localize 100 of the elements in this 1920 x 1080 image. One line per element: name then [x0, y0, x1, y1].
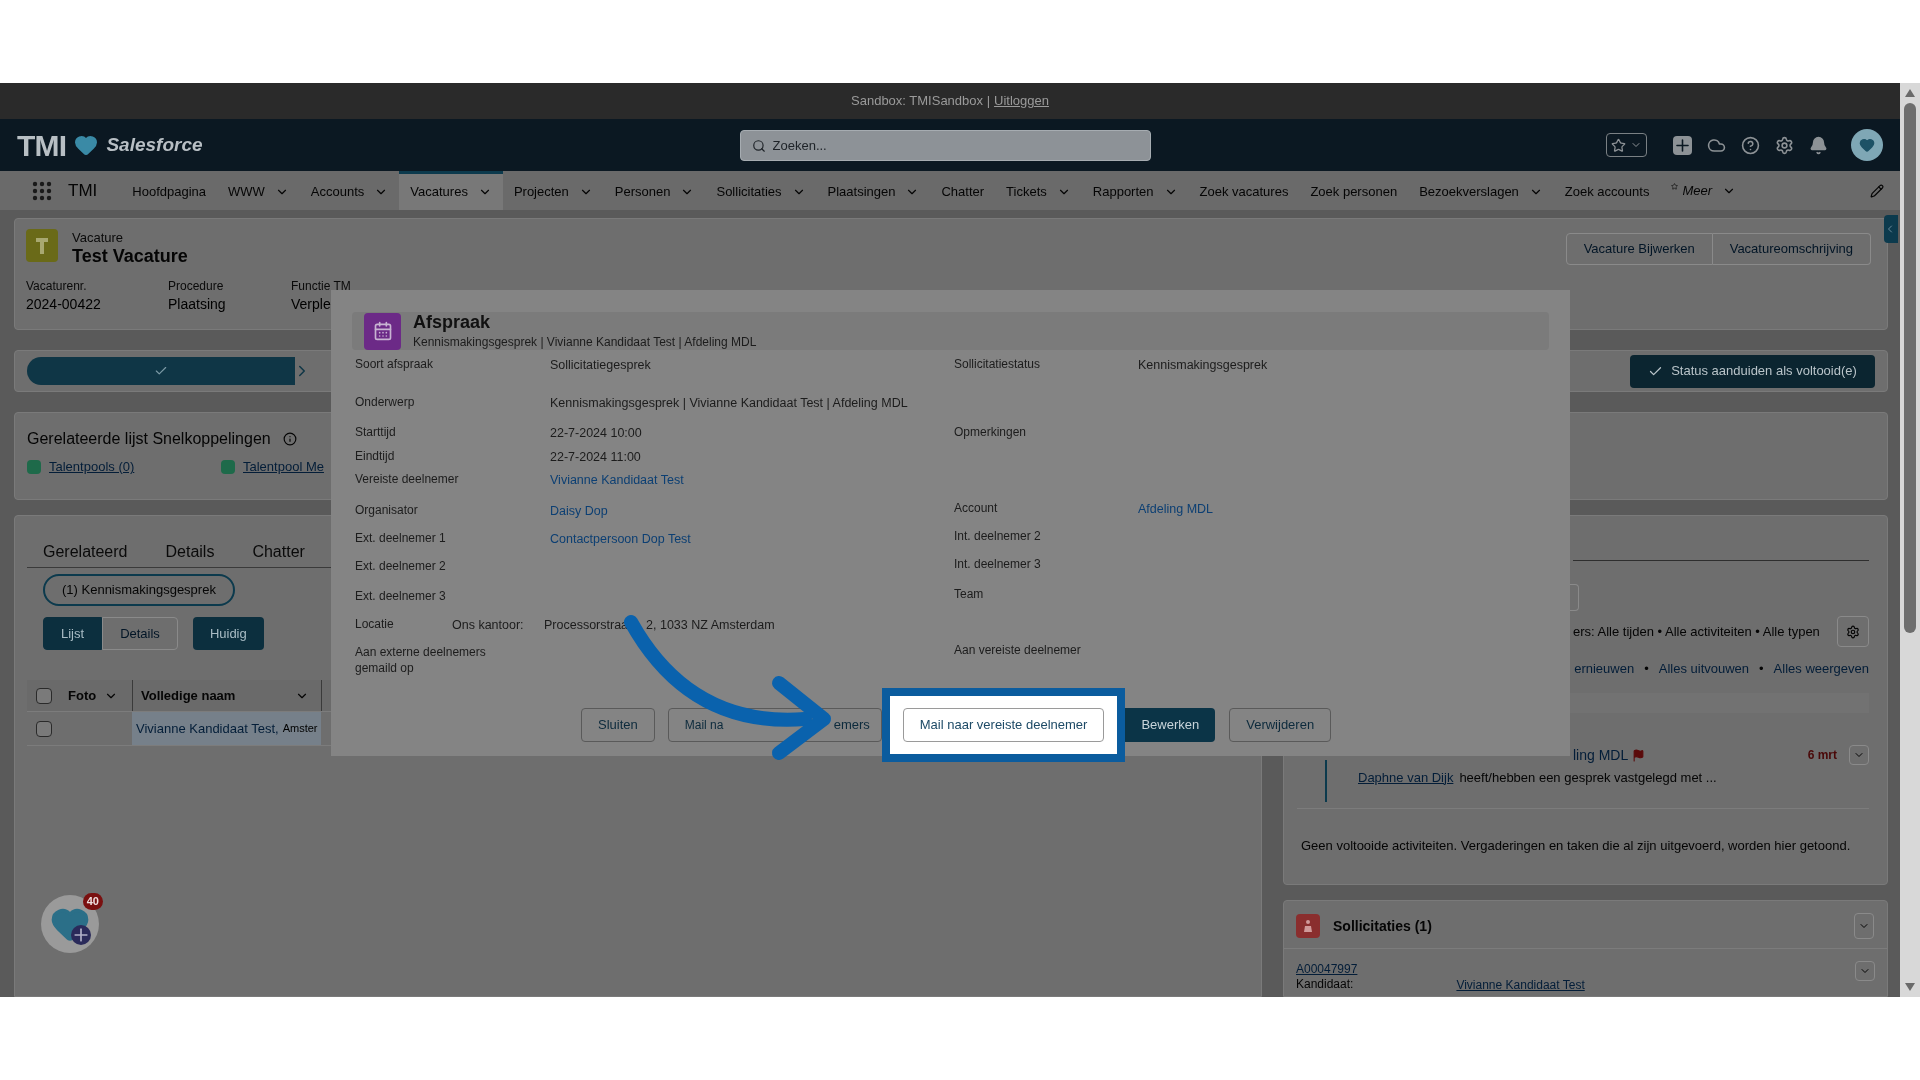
view-toggle[interactable]: Details: [102, 617, 178, 650]
modal-button[interactable]: Mail na emers: [667, 708, 882, 742]
nav-tab[interactable]: Bezoekverslagen: [1408, 171, 1554, 210]
check-icon: [154, 364, 168, 378]
nav-tab[interactable]: Plaatsingen: [816, 171, 931, 210]
field-label: Int. deelnemer 3: [954, 556, 1042, 572]
flag-icon: [1632, 748, 1646, 762]
sandbox-text: Sandbox: TMISandbox |: [851, 92, 991, 111]
activity-subject[interactable]: ling MDL: [1573, 744, 1629, 766]
quick-link[interactable]: Talentpool Me: [243, 457, 324, 477]
nav-tab[interactable]: Zoek accounts: [1553, 171, 1661, 210]
header-button[interactable]: Vacatureomschrijving: [1712, 233, 1871, 265]
heart-logo-icon: [74, 133, 99, 157]
nav-tab[interactable]: Zoek personen: [1299, 171, 1409, 210]
nav-tab[interactable]: WWW: [217, 171, 300, 210]
application-icon: [1296, 914, 1320, 938]
record-tab[interactable]: Chatter: [248, 536, 309, 568]
current-button[interactable]: Huidig: [192, 617, 264, 650]
record-tab[interactable]: Gerelateerd: [39, 536, 132, 568]
status-complete-button[interactable]: Status aanduiden als voltooid(e): [1630, 354, 1875, 388]
favorites-button[interactable]: [1606, 133, 1647, 157]
view-toggle[interactable]: Lijst: [43, 617, 103, 650]
field-label: Opmerkingen: [954, 424, 1028, 440]
edit-icon[interactable]: [1870, 183, 1884, 198]
activity-link[interactable]: Alles uitvouwen: [1658, 659, 1750, 679]
filter-pill[interactable]: (1) Kennismakingsgesprek: [43, 574, 235, 606]
logout-link[interactable]: Uitloggen: [994, 91, 1049, 111]
side-toggle[interactable]: [1884, 215, 1898, 243]
avatar[interactable]: [1851, 129, 1883, 161]
column-header[interactable]: Foto: [68, 685, 97, 706]
separator-dot: •: [1644, 660, 1649, 678]
activity-link[interactable]: ernieuwen: [1574, 659, 1635, 679]
modal-title: Afspraak: [413, 312, 492, 332]
list-icon: [221, 459, 235, 474]
record-tab[interactable]: Details: [161, 536, 219, 568]
settings-icon[interactable]: [1775, 135, 1794, 155]
app-launcher-icon[interactable]: [32, 180, 52, 201]
nav-tab[interactable]: Chatter: [930, 171, 996, 210]
field-value: Kennismakingsgesprek: [1138, 357, 1268, 374]
modal-button[interactable]: Sluiten: [581, 708, 655, 742]
field-label: Aan externe deelnemers gemaild op: [355, 644, 487, 676]
field-value: 22-7-2024 11:00: [550, 449, 641, 466]
record-link[interactable]: A00047997: [1296, 961, 1358, 977]
field-link[interactable]: Afdeling MDL: [1138, 500, 1214, 519]
activity-link[interactable]: Alles weergeven: [1773, 659, 1869, 679]
nav-tab[interactable]: Sollicitaties: [705, 171, 817, 210]
field-label: Aan vereiste deelnemer: [954, 642, 1082, 658]
mail-required-button[interactable]: Mail naar vereiste deelnemer: [902, 708, 1105, 742]
card-menu-button[interactable]: [1854, 913, 1874, 939]
field-label: Ext. deelnemer 2: [355, 558, 447, 574]
name-link[interactable]: Vivianne Kandidaat Test,: [136, 718, 279, 739]
candidate-link[interactable]: Vivianne Kandidaat Test: [1456, 977, 1585, 993]
settings-button[interactable]: [1837, 616, 1869, 647]
modal-button[interactable]: Verwijderen: [1229, 708, 1332, 742]
field-label: Int. deelnemer 2: [954, 528, 1042, 544]
scrollbar[interactable]: [1900, 83, 1920, 997]
nav-tab[interactable]: Hoofdpagina: [121, 171, 217, 210]
header-button[interactable]: Vacature Bijwerken: [1565, 233, 1713, 265]
edit-button[interactable]: Bewerken: [1125, 708, 1216, 742]
logo-text: TMI: [17, 127, 67, 164]
nav-tab[interactable]: Tickets: [995, 171, 1082, 210]
nav-tab[interactable]: Accounts: [299, 171, 400, 210]
more-tab[interactable]: Meer: [1660, 171, 1748, 210]
scrollbar-thumb[interactable]: [1904, 103, 1916, 633]
add-icon[interactable]: [1673, 135, 1692, 155]
column-header[interactable]: Volledige naam: [141, 685, 236, 706]
heart-icon: [1859, 137, 1875, 153]
row-checkbox[interactable]: [36, 720, 52, 737]
nav-tab[interactable]: Zoek vacatures: [1188, 171, 1300, 210]
quick-link[interactable]: Talentpools (0): [49, 457, 135, 477]
field-label: Locatie: [355, 616, 395, 632]
record-title: Test Vacature: [72, 245, 188, 267]
select-all-checkbox[interactable]: [36, 687, 52, 704]
nav-tab[interactable]: Projecten: [502, 171, 604, 210]
filter-text: ers: Alle tijden • Alle activiteiten • Alle typen: [1573, 622, 1820, 641]
field-label: Starttijd: [355, 424, 397, 440]
plus-icon: [71, 925, 91, 945]
scroll-down-icon[interactable]: [1905, 983, 1915, 991]
field-link[interactable]: Vivianne Kandidaat Test: [550, 471, 684, 490]
row-menu-button[interactable]: [1849, 745, 1869, 765]
search-field[interactable]: Zoeken...: [739, 129, 1151, 161]
timeline-line: [1325, 759, 1327, 802]
help-icon[interactable]: [1741, 135, 1760, 155]
field-label: Ext. deelnemer 1: [355, 530, 447, 546]
activity-date: 6 mrt: [1807, 747, 1837, 764]
nav-tab[interactable]: Vacatures: [399, 171, 503, 210]
nav-tab[interactable]: Rapporten: [1081, 171, 1189, 210]
field-link[interactable]: Daisy Dop: [550, 502, 608, 521]
nav-tab[interactable]: Personen: [603, 171, 706, 210]
field-label: Vacaturenr.: [26, 278, 88, 294]
row-menu-button[interactable]: [1855, 961, 1875, 981]
field-sublabel: Ons kantoor:: [452, 617, 525, 634]
field-label: Eindtijd: [355, 448, 396, 464]
settings-icon: [1846, 624, 1860, 639]
notifications-icon[interactable]: [1809, 135, 1828, 155]
scroll-up-icon[interactable]: [1905, 89, 1915, 97]
field-label: Procedure: [168, 278, 225, 294]
brand-text: Salesforce: [106, 132, 203, 157]
person-link[interactable]: Daphne van Dijk: [1358, 767, 1454, 787]
field-link[interactable]: Contactpersoon Dop Test: [550, 530, 691, 549]
